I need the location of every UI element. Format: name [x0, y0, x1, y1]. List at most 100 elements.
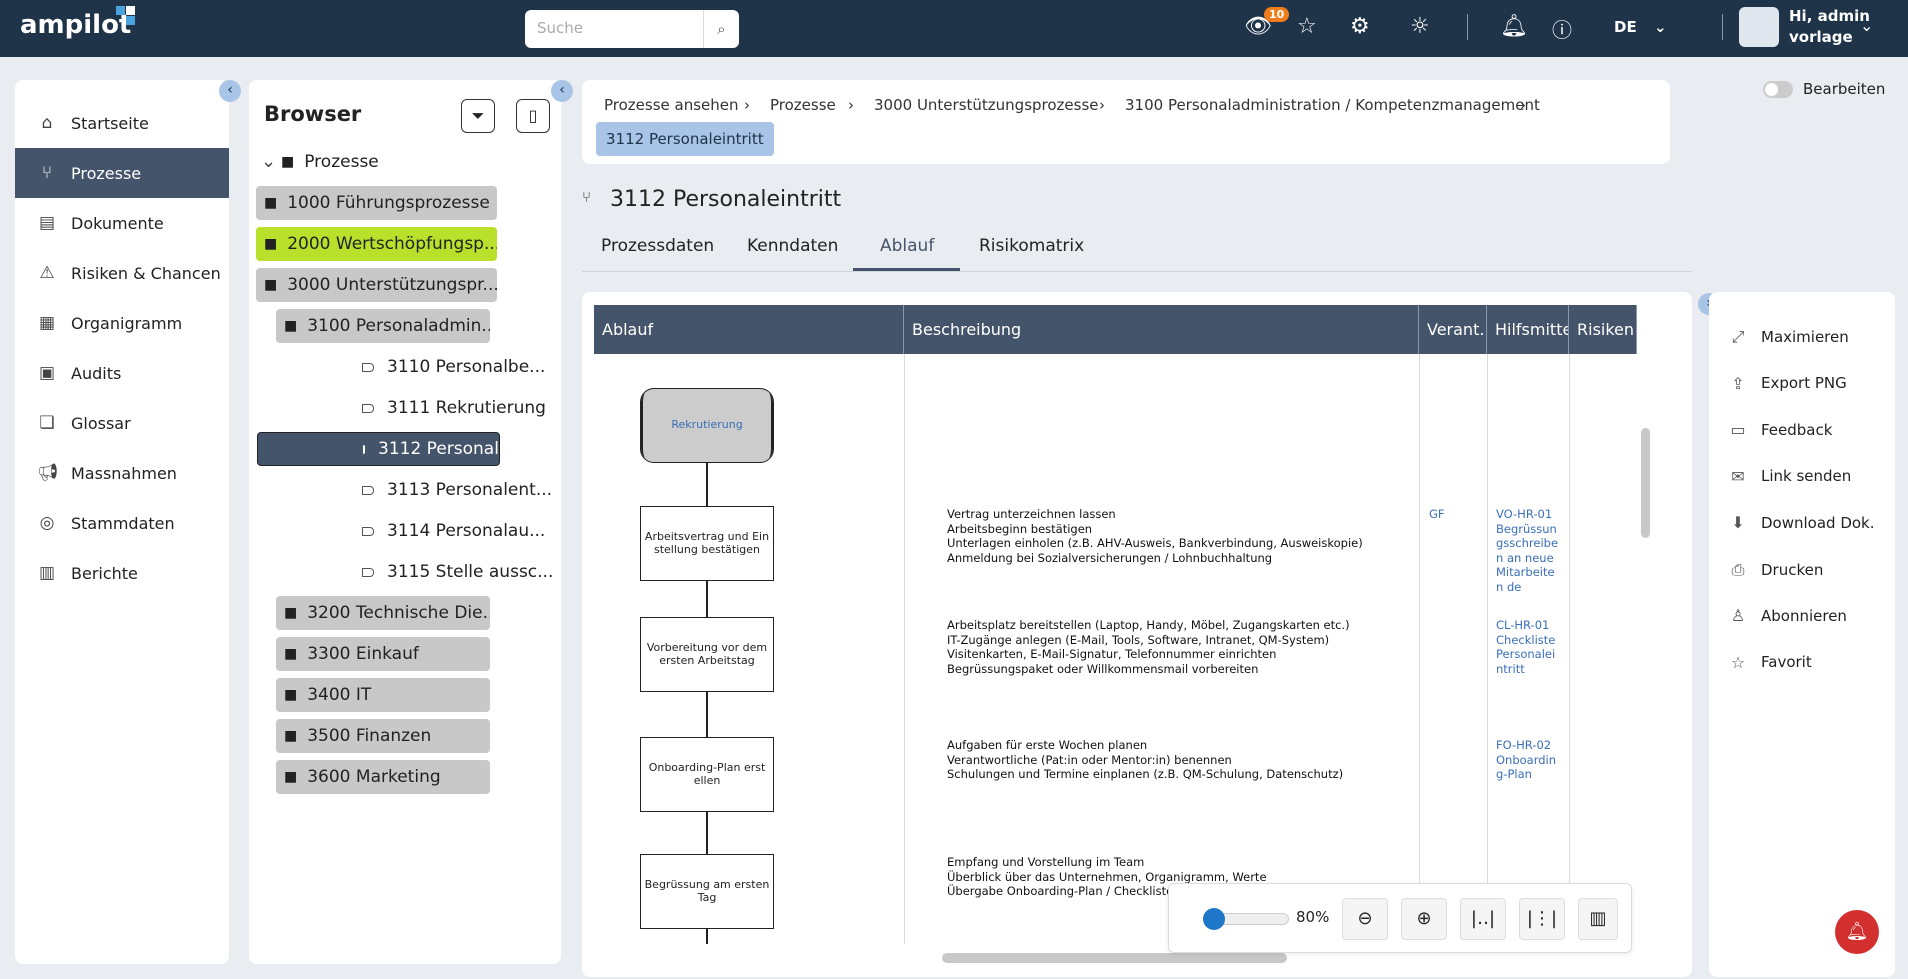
sidebar-item-audits[interactable]: ▣ Audits: [15, 348, 229, 398]
tree-item[interactable]: ■ Prozesse: [281, 145, 481, 179]
tree-item[interactable]: ■ 3300 Einkauf: [276, 637, 490, 671]
sidebar-item-organigramm[interactable]: ▦ Organigramm: [15, 298, 229, 348]
responsible-link[interactable]: GF: [1429, 507, 1445, 522]
tab-prozessdaten[interactable]: Prozessdaten: [601, 236, 714, 256]
tab-kenndaten[interactable]: Kenndaten: [747, 236, 838, 256]
edit-toggle[interactable]: [1763, 81, 1793, 98]
gear-icon[interactable]: ⚙: [1350, 14, 1370, 39]
horizontal-scrollbar[interactable]: [942, 953, 1287, 963]
collapse-sidebar-button[interactable]: ‹: [219, 80, 241, 102]
flow-step[interactable]: Vorbereitung vor dem ersten Arbeitstag: [640, 617, 774, 692]
help-icon[interactable]: ⓘ: [1552, 14, 1572, 43]
breadcrumb-item[interactable]: Prozesse ansehen: [604, 96, 739, 114]
tree-item[interactable]: ■ 3600 Marketing: [276, 760, 490, 794]
page-title: 3112 Personaleintritt: [610, 187, 842, 212]
flow-step[interactable]: Onboarding-Plan erst ellen: [640, 737, 774, 812]
fit-width-button[interactable]: |‥|: [1460, 898, 1506, 940]
description-line: Unterlagen einholen (z.B. AHV-Ausweis, B…: [947, 536, 1363, 550]
aid-link[interactable]: VO-HR-01 Begrüssun gsschreibe n an neue …: [1496, 507, 1560, 594]
sidebar-item-risiken-chancen[interactable]: ⚠ Risiken & Chancen: [15, 248, 229, 298]
chevron-right-icon: ›: [848, 96, 854, 114]
zoom-slider-handle[interactable]: [1203, 908, 1225, 930]
zoom-out-button[interactable]: ⊖: [1342, 898, 1388, 940]
map-button[interactable]: ▥: [1578, 898, 1618, 940]
sidebar-item-prozesse[interactable]: ⑂ Prozesse: [15, 148, 229, 198]
maximize-button[interactable]: ⤢ Maximieren: [1727, 327, 1849, 347]
tree-item-label: 2000 Wertschöpfungsp...: [287, 234, 497, 254]
vertical-scrollbar[interactable]: [1641, 428, 1650, 538]
sidebar-item-glossar[interactable]: ❏ Glossar: [15, 398, 229, 448]
breadcrumb-item[interactable]: 3000 Unterstützungsprozesse: [874, 96, 1099, 114]
chevron-right-icon: ›: [1099, 96, 1105, 114]
tab-ablauf[interactable]: Ablauf: [880, 236, 934, 256]
description-line: Vertrag unterzeichnen lassen: [947, 507, 1116, 521]
folder-icon: ■: [284, 728, 298, 744]
notification-bell-button[interactable]: 🔔︎: [1835, 910, 1879, 954]
step-description: Aufgaben für erste Wochen planen Verantwo…: [947, 738, 1343, 782]
print-button[interactable]: ⎙ Drucken: [1727, 559, 1824, 580]
sidebar-item-stammdaten[interactable]: ◎ Stammdaten: [15, 498, 229, 548]
tree-item[interactable]: 3111 Rekrutierung: [362, 391, 562, 425]
book-button[interactable]: ▯: [516, 99, 550, 133]
print-icon: ⎙: [1731, 559, 1745, 579]
tree-item[interactable]: ■ 3100 Personaladmin...: [276, 309, 490, 343]
flow-step-label: Vorbereitung vor dem ersten Arbeitstag: [646, 640, 768, 667]
description-line: Arbeitsplatz bereitstellen (Laptop, Hand…: [947, 618, 1350, 632]
search-input[interactable]: Suche ⌕: [525, 10, 739, 48]
flow-step[interactable]: Arbeitsvertrag und Ein stellung bestätig…: [640, 506, 774, 581]
tree-item[interactable]: ■ 2000 Wertschöpfungsp...: [256, 227, 497, 261]
logo[interactable]: ampilot: [20, 6, 135, 40]
tree-item[interactable]: ■ 3500 Finanzen: [276, 719, 490, 753]
user-menu[interactable]: Hi, admin vorlage: [1789, 6, 1870, 48]
flow-start-node[interactable]: Rekrutierung: [640, 388, 774, 463]
tree-item[interactable]: 3113 Personalent...: [362, 473, 562, 507]
avatar[interactable]: [1739, 7, 1779, 47]
zoom-toolbar: 80% ⊖ ⊕ |‥| |⋮| ▥: [1168, 883, 1632, 953]
warning-icon: ⚠: [39, 263, 55, 283]
search-icon[interactable]: ⌕: [703, 10, 739, 48]
filter-button[interactable]: ⏷: [461, 99, 495, 133]
subscribe-button[interactable]: ♙ Abonnieren: [1727, 606, 1847, 625]
tree-item[interactable]: 3112 Personalein...: [257, 432, 500, 466]
feedback-button[interactable]: ▭ Feedback: [1727, 420, 1832, 439]
breadcrumb-current[interactable]: 3112 Personaleintritt: [596, 122, 774, 156]
mail-button[interactable]: ✉ Link senden: [1727, 467, 1851, 486]
star-button[interactable]: ☆ Favorit: [1727, 653, 1812, 672]
breadcrumb-item[interactable]: Prozesse: [770, 96, 836, 114]
sidebar-item-berichte[interactable]: ▥ Berichte: [15, 548, 229, 598]
aid-link[interactable]: FO-HR-02 Onboardin g-Plan: [1496, 738, 1560, 782]
tree-item[interactable]: ■ 3000 Unterstützungspr...: [256, 268, 497, 302]
tab-risikomatrix[interactable]: Risikomatrix: [979, 236, 1084, 256]
chevron-down-icon[interactable]: ⌄: [261, 151, 276, 172]
download-button[interactable]: ⬇ Download Dok.: [1727, 513, 1874, 532]
tree-item[interactable]: 3115 Stelle aussc...: [362, 555, 562, 589]
chevron-down-icon[interactable]: ⌄: [1860, 16, 1873, 35]
sidebar-item-label: Berichte: [71, 563, 138, 583]
fit-columns-button[interactable]: |⋮|: [1519, 898, 1565, 940]
collapse-browser-button[interactable]: ‹: [551, 80, 573, 102]
aid-link[interactable]: CL-HR-01 Checkliste Personalei ntritt: [1496, 618, 1560, 676]
sidebar-item-dokumente[interactable]: ▤ Dokumente: [15, 198, 229, 248]
column-header: Ablauf: [594, 305, 904, 354]
sidebar-item-massnahmen[interactable]: 📢︎ Massnahmen: [15, 448, 229, 498]
export-button[interactable]: ⇪ Export PNG: [1727, 374, 1846, 393]
tree-item-label: Prozesse: [304, 152, 379, 172]
folder-icon: ■: [284, 769, 298, 785]
tree-item[interactable]: ■ 1000 Führungsprozesse: [256, 186, 497, 220]
browser-title: Browser: [264, 102, 362, 126]
zoom-in-button[interactable]: ⊕: [1401, 898, 1447, 940]
description-line: Begrüssungspaket oder Willkommensmail vo…: [947, 661, 1259, 676]
tree-item[interactable]: ■ 3200 Technische Die...: [276, 596, 490, 630]
flow-step-label: Begrüssung am ersten Tag: [644, 877, 770, 904]
tree-item[interactable]: ■ 3400 IT: [276, 678, 490, 712]
sidebar-item-label: Massnahmen: [71, 463, 177, 483]
brightness-icon[interactable]: ☼: [1410, 14, 1430, 39]
tree-item[interactable]: 3114 Personalau...: [362, 514, 562, 548]
breadcrumb-item[interactable]: 3100 Personaladministration / Kompetenzm…: [1125, 96, 1540, 114]
language-select[interactable]: DE ⌄: [1614, 18, 1667, 36]
star-icon[interactable]: ☆: [1297, 14, 1317, 39]
tree-item[interactable]: 3110 Personalbe...: [362, 350, 562, 384]
sidebar-item-startseite[interactable]: ⌂ Startseite: [15, 98, 229, 148]
flow-step[interactable]: Begrüssung am ersten Tag: [640, 854, 774, 929]
bell-icon[interactable]: 🔔︎: [1500, 14, 1528, 39]
